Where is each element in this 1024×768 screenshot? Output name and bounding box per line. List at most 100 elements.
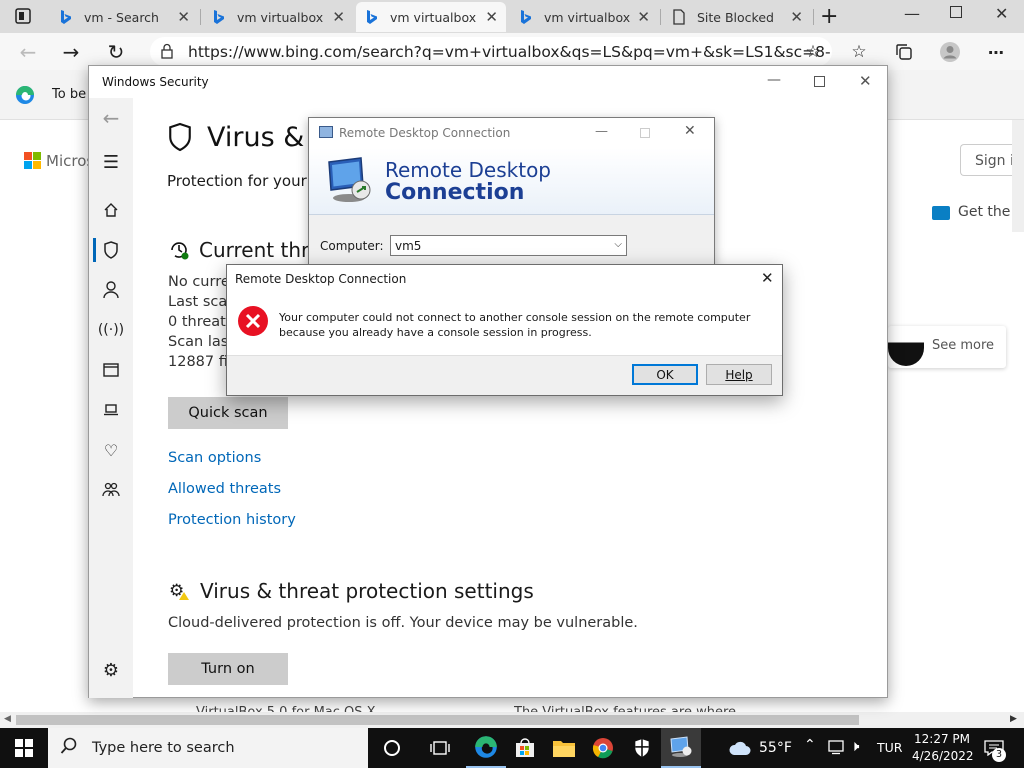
minimize-icon[interactable]: — <box>767 72 781 88</box>
error-message-line2: because you already have a console sessi… <box>279 326 592 339</box>
tab-site-blocked[interactable]: Site Blocked ✕ <box>663 2 811 32</box>
back-icon[interactable]: ← <box>15 39 41 65</box>
tab-vm-search[interactable]: vm - Search ✕ <box>50 2 198 32</box>
minimize-icon[interactable]: — <box>904 4 920 23</box>
favorites-icon[interactable]: ☆ <box>846 39 872 65</box>
settings-gear-icon[interactable]: ⚙ <box>97 656 125 684</box>
tab-close-icon[interactable]: ✕ <box>332 8 345 26</box>
tab-close-icon[interactable]: ✕ <box>790 8 803 26</box>
file-explorer-icon[interactable] <box>544 728 584 768</box>
browser-tab-strip: vm - Search ✕ vm virtualbox - ✕ vm virtu… <box>0 0 1024 33</box>
help-button[interactable]: Help <box>706 364 772 385</box>
rdc-titlebar: Remote Desktop Connection — ✕ <box>309 118 714 148</box>
turn-on-button[interactable]: Turn on <box>168 653 288 685</box>
scroll-left-icon[interactable]: ◀ <box>4 714 11 724</box>
thumbnail-image <box>888 330 924 366</box>
rdc-banner: Remote Desktop Connection <box>309 148 714 215</box>
windows-start-icon[interactable] <box>4 728 44 768</box>
forward-icon[interactable]: → <box>58 39 84 65</box>
error-icon <box>237 305 269 341</box>
home-icon[interactable] <box>97 196 125 224</box>
add-favorite-icon[interactable]: ☆ <box>800 39 826 65</box>
language-indicator[interactable]: TUR <box>877 740 902 755</box>
see-more-label: See more <box>932 338 995 353</box>
clock-date[interactable]: 4/26/2022 <box>912 749 974 763</box>
maximize-icon[interactable] <box>814 76 825 87</box>
tab-label: vm virtualbox - <box>237 9 327 25</box>
taskbar-search-box[interactable]: Type here to search <box>48 728 368 768</box>
restore-icon[interactable] <box>950 6 962 18</box>
warning-badge-icon <box>179 592 189 600</box>
show-hidden-icons[interactable]: ⌃ <box>804 737 816 753</box>
tab-vm-virtualbox-active[interactable]: vm virtualbox - ✕ <box>356 2 506 32</box>
maximize-icon <box>640 128 650 138</box>
windows-security-taskbar-icon[interactable] <box>622 728 662 768</box>
tab-close-icon[interactable]: ✕ <box>637 8 650 26</box>
clock-time[interactable]: 12:27 PM <box>914 732 970 746</box>
close-window-icon[interactable]: ✕ <box>995 4 1008 23</box>
tab-actions-icon[interactable] <box>14 7 32 25</box>
scan-options-link[interactable]: Scan options <box>168 450 261 466</box>
device-security-icon[interactable] <box>97 396 125 424</box>
result-snippet-left: VirtualBox 5.0 for Mac OS X. Within <box>196 702 421 712</box>
see-more-card[interactable]: See more <box>888 326 1006 368</box>
rdc-app-icon <box>319 126 333 138</box>
threats-line: No curre <box>168 274 230 290</box>
dialog-footer: OK Help <box>227 355 782 395</box>
refresh-icon[interactable]: ↻ <box>103 39 129 65</box>
profile-avatar[interactable] <box>937 39 963 65</box>
back-arrow-icon[interactable]: ← <box>97 104 125 132</box>
chevron-down-icon[interactable]: ⌵ <box>614 239 622 250</box>
network-icon[interactable] <box>828 739 846 759</box>
tab-close-icon[interactable]: ✕ <box>177 8 190 26</box>
dialog-title: Remote Desktop Connection <box>235 272 407 286</box>
more-options-icon[interactable]: ⋯ <box>983 39 1009 65</box>
collections-icon[interactable] <box>891 39 917 65</box>
app-browser-control-icon[interactable] <box>97 356 125 384</box>
chrome-icon[interactable] <box>583 728 623 768</box>
task-view-icon[interactable] <box>420 728 460 768</box>
tab-close-icon[interactable]: ✕ <box>485 8 498 26</box>
device-health-icon[interactable]: ♡ <box>97 436 125 464</box>
hamburger-menu-icon[interactable]: ☰ <box>97 148 125 176</box>
weather-cloud-icon[interactable] <box>720 728 760 768</box>
allowed-threats-link[interactable]: Allowed threats <box>168 481 281 497</box>
error-dialog: Remote Desktop Connection ✕ Your compute… <box>226 264 783 396</box>
account-icon[interactable] <box>97 276 125 304</box>
computer-combobox[interactable]: vm5 ⌵ <box>390 235 627 256</box>
threats-line: 12887 fil <box>168 354 232 370</box>
page-scroll-track[interactable] <box>1012 120 1024 232</box>
tab-label: vm virtualbox - <box>390 9 480 25</box>
horizontal-scrollbar[interactable]: ◀ ▶ <box>0 712 1024 728</box>
volume-icon[interactable]: 🕨 <box>850 737 859 755</box>
new-tab-icon[interactable]: + <box>820 4 838 29</box>
cortana-icon[interactable] <box>372 728 412 768</box>
tab-label: Site Blocked <box>697 9 774 25</box>
edge-taskbar-icon[interactable] <box>466 728 506 768</box>
ok-button[interactable]: OK <box>632 364 698 385</box>
page-title: Virus & t <box>207 122 324 153</box>
shield-icon[interactable] <box>97 236 125 264</box>
tab-vm-virtualbox-3[interactable]: vm virtualbox - ✕ <box>510 2 658 32</box>
minimize-icon[interactable]: — <box>595 124 608 139</box>
quick-scan-button[interactable]: Quick scan <box>168 397 288 429</box>
close-icon[interactable]: ✕ <box>761 269 774 287</box>
firewall-network-icon[interactable]: ((·)) <box>97 316 125 344</box>
protection-history-link[interactable]: Protection history <box>168 512 296 528</box>
remote-desktop-taskbar-icon[interactable] <box>661 728 701 768</box>
scan-history-icon <box>169 240 189 264</box>
family-options-icon[interactable] <box>97 476 125 504</box>
remote-desktop-window: Remote Desktop Connection — ✕ Remote Des… <box>308 117 715 267</box>
scroll-thumb[interactable] <box>16 715 859 725</box>
weather-temp[interactable]: 55°F <box>759 740 792 756</box>
store-icon[interactable] <box>505 728 545 768</box>
search-placeholder: Type here to search <box>92 740 235 756</box>
scroll-right-icon[interactable]: ▶ <box>1010 714 1017 724</box>
get-the-text[interactable]: Get the <box>958 204 1010 220</box>
tab-vm-virtualbox-1[interactable]: vm virtualbox - ✕ <box>203 2 353 32</box>
close-icon[interactable]: ✕ <box>684 123 696 139</box>
close-icon[interactable]: ✕ <box>859 72 872 90</box>
window-title: Windows Security <box>102 75 209 89</box>
url-field[interactable]: https://www.bing.com/search?q=vm+virtual… <box>150 37 832 66</box>
bing-icon <box>211 9 227 25</box>
